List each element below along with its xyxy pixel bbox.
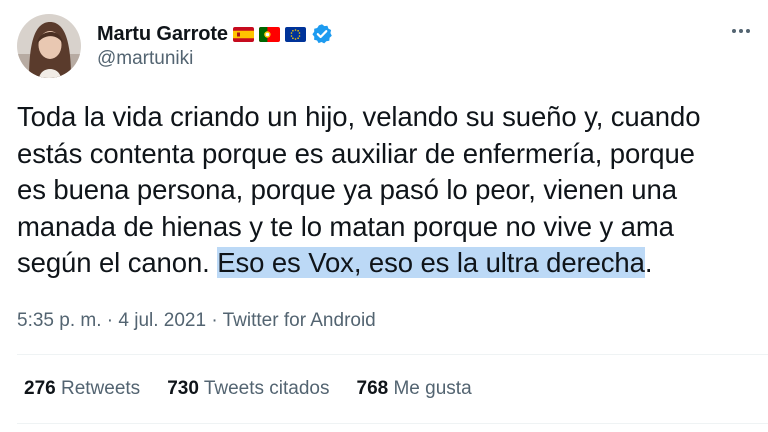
tweet-text: Toda la vida criando un hijo, velando su… [17, 99, 757, 282]
likes-label: Me gusta [393, 378, 472, 399]
quote-tweets-stat[interactable]: 730 Tweets citados [167, 378, 329, 400]
tweet-line-last: según el canon. Eso es Vox, eso es la ul… [17, 245, 757, 282]
tweet-time[interactable]: 5:35 p. m. [17, 310, 102, 331]
tweet-line: estás contenta porque es auxiliar de enf… [17, 137, 695, 169]
tweet-line: Toda la vida criando un hijo, velando su… [17, 101, 701, 132]
meta-separator: · [206, 310, 223, 331]
eu-flag-icon [284, 26, 306, 42]
tweet-metadata: 5:35 p. m. · 4 jul. 2021 · Twitter for A… [17, 310, 376, 332]
divider [17, 354, 768, 355]
display-name[interactable]: Martu Garrote [97, 23, 228, 46]
retweets-stat[interactable]: 276 Retweets [24, 378, 140, 400]
likes-count: 768 [356, 378, 389, 399]
retweets-label: Retweets [60, 378, 141, 399]
tweet-date[interactable]: 4 jul. 2021 [118, 310, 206, 331]
tweet-stats: 276 Retweets 730 Tweets citados 768 Me g… [24, 378, 472, 400]
verified-badge-icon [311, 23, 333, 45]
divider [17, 423, 768, 424]
avatar[interactable] [17, 14, 81, 78]
meta-separator: · [101, 310, 119, 331]
quote-tweets-label: Tweets citados [203, 378, 330, 399]
retweets-count: 276 [24, 378, 56, 399]
more-options-icon[interactable] [730, 20, 752, 42]
tweet-line: manada de hienas y te lo matan porque no… [17, 210, 674, 242]
quote-tweets-count: 730 [167, 378, 199, 399]
portugal-flag-icon [258, 26, 280, 42]
spain-flag-icon [232, 26, 254, 42]
tweet-text-selection: Eso es Vox, eso es la ultra derecha [217, 247, 645, 278]
user-name-row: Martu Garrote [97, 21, 333, 47]
user-handle[interactable]: @martuniki [97, 48, 193, 70]
tweet-source[interactable]: Twitter for Android [223, 310, 376, 331]
tweet-text-plain: según el canon. [17, 247, 218, 278]
likes-stat[interactable]: 768 Me gusta [357, 378, 472, 400]
tweet-text-end: . [644, 247, 653, 278]
tweet-line: es buena persona, porque ya pasó lo peor… [17, 174, 677, 205]
